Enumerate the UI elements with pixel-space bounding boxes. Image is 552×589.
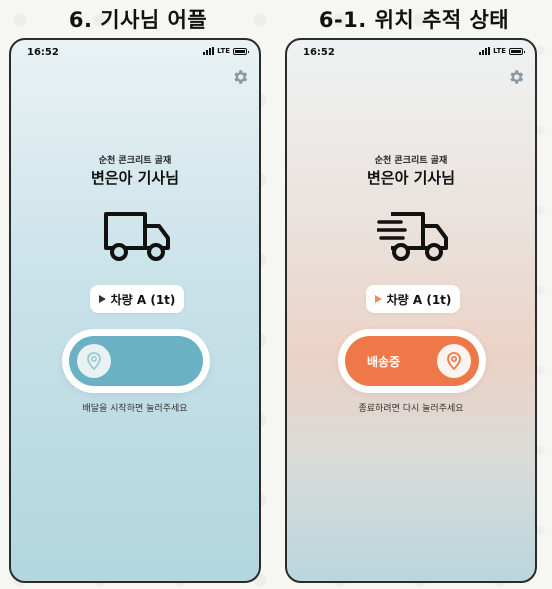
network-label: LTE <box>493 47 506 55</box>
phone-driver-app: 16:52 LTE 순천 콘크리트 골재 변은아 기사님 차량 A (1t) 배… <box>9 38 261 583</box>
hint-text: 배달을 시작하면 눌러주세요 <box>82 404 188 414</box>
truck-icon <box>104 212 170 261</box>
driver-name: 변은아 기사님 <box>366 169 456 187</box>
battery-icon <box>233 47 249 55</box>
stop-delivery-slider[interactable]: 배송중 <box>338 329 486 393</box>
signal-icon <box>203 47 215 55</box>
phone-tracking-state: 16:52 LTE 순천 콘크리트 골재 변은아 기사님 차량 A (1t) 배… <box>285 38 537 583</box>
location-pin-icon <box>87 352 101 370</box>
slider-track[interactable] <box>69 336 203 386</box>
vehicle-label: 차량 A (1t) <box>386 292 452 307</box>
status-indicators: LTE <box>479 47 525 55</box>
slider-label: 배송중 <box>367 354 401 369</box>
vehicle-label: 차량 A (1t) <box>110 292 176 307</box>
status-time: 16:52 <box>27 47 59 58</box>
slider-knob[interactable] <box>77 344 111 378</box>
location-pin-icon <box>447 352 461 370</box>
gear-icon[interactable] <box>231 68 249 86</box>
start-delivery-slider[interactable] <box>62 329 210 393</box>
screen-heading-driver-app: 6. 기사님 어플 <box>68 8 208 32</box>
hint-text: 종료하려면 다시 눌러주세요 <box>358 404 464 414</box>
company-name: 순천 콘크리트 골재 <box>374 156 448 166</box>
slider-track[interactable]: 배송중 <box>345 336 479 386</box>
slider-knob[interactable] <box>437 344 471 378</box>
company-name: 순천 콘크리트 골재 <box>98 156 172 166</box>
play-triangle-icon <box>98 295 106 303</box>
gear-icon[interactable] <box>507 68 525 86</box>
vehicle-selector[interactable]: 차량 A (1t) <box>366 285 460 313</box>
moving-truck-icon <box>377 212 448 261</box>
status-indicators: LTE <box>203 47 249 55</box>
play-triangle-icon <box>374 295 382 303</box>
network-label: LTE <box>217 47 230 55</box>
signal-icon <box>479 47 491 55</box>
battery-icon <box>509 47 525 55</box>
status-time: 16:52 <box>303 47 335 58</box>
vehicle-selector[interactable]: 차량 A (1t) <box>90 285 184 313</box>
driver-name: 변은아 기사님 <box>90 169 180 187</box>
screen-heading-tracking: 6-1. 위치 추적 상태 <box>318 8 510 32</box>
